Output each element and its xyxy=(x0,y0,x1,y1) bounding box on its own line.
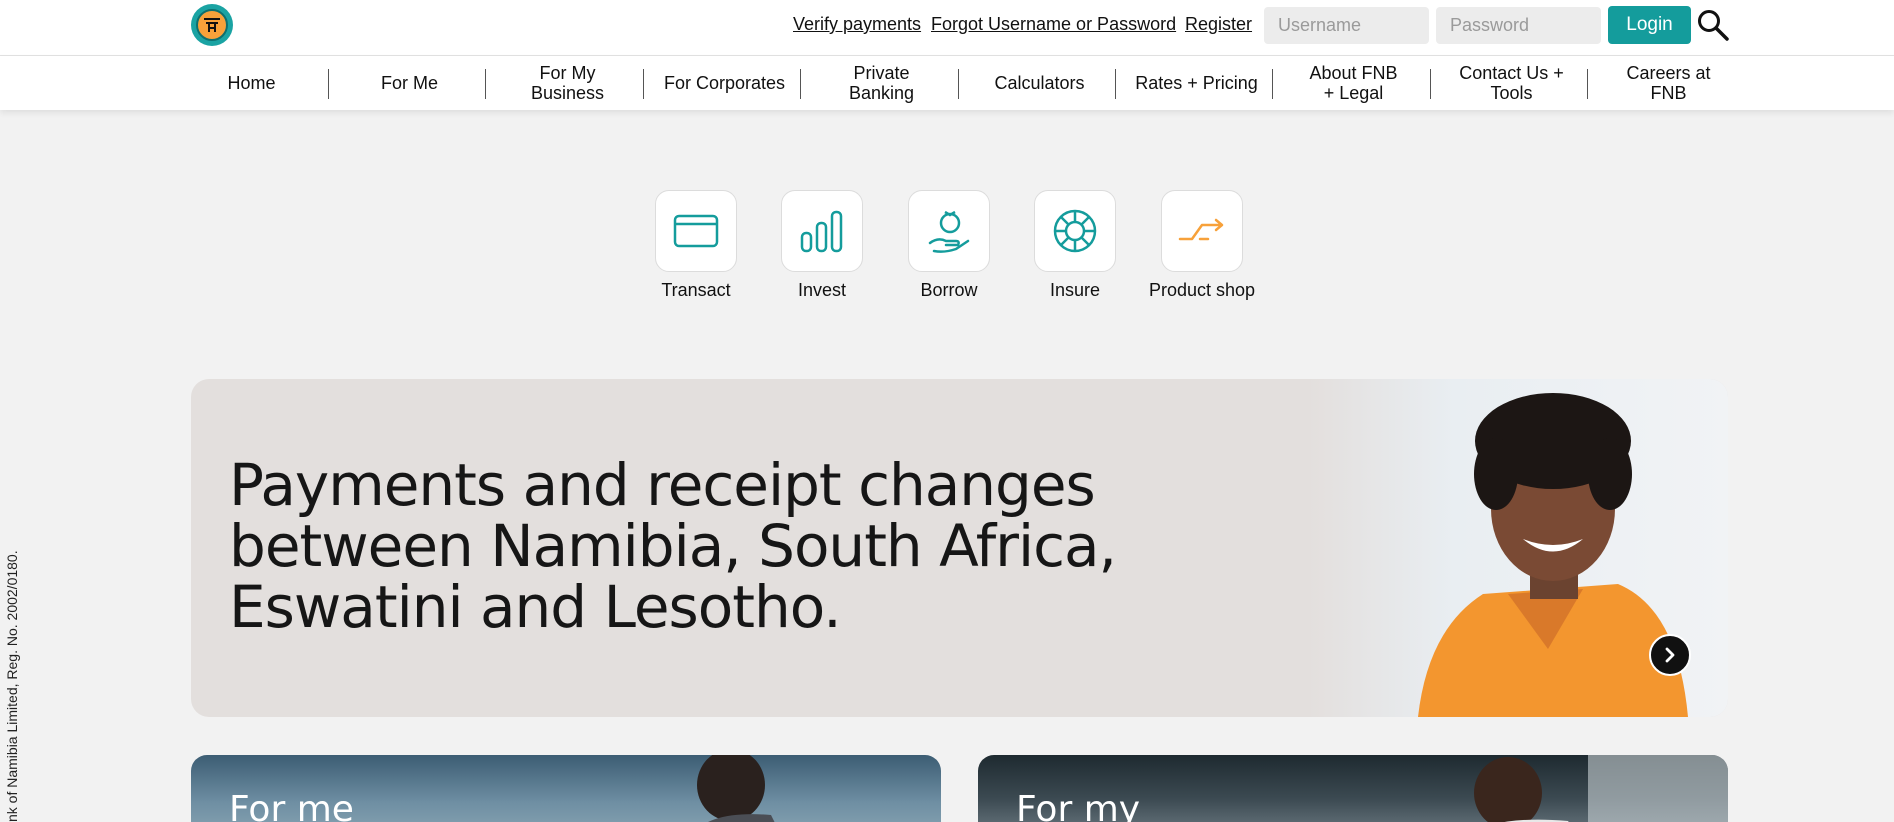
password-input[interactable] xyxy=(1436,7,1601,44)
nav-divider xyxy=(485,69,486,99)
nav-contact-us-tools[interactable]: Contact Us + Tools xyxy=(1433,62,1590,104)
nav-divider xyxy=(1115,69,1116,99)
nav-divider xyxy=(800,69,801,99)
product-label: Transact xyxy=(661,280,731,300)
bar-chart-icon xyxy=(781,190,863,272)
product-insure[interactable]: Insure xyxy=(1015,190,1135,301)
next-slide-button[interactable] xyxy=(1649,634,1691,676)
nav-for-me[interactable]: For Me xyxy=(331,62,488,104)
forgot-credentials-link[interactable]: Forgot Username or Password xyxy=(931,14,1176,35)
lifebuoy-icon xyxy=(1034,190,1116,272)
main-nav: Home For Me For My Business For Corporat… xyxy=(0,56,1894,110)
nav-calculators[interactable]: Calculators xyxy=(961,62,1118,104)
product-transact[interactable]: Transact xyxy=(636,190,756,301)
product-label: Insure xyxy=(1049,280,1101,300)
legal-registration-text: nk of Namibia Limited, Reg. No. 2002/018… xyxy=(4,550,20,822)
fnb-logo-icon[interactable] xyxy=(191,4,233,46)
card-title: For me xyxy=(229,789,354,822)
nav-divider xyxy=(958,69,959,99)
product-label: Invest xyxy=(797,280,847,300)
username-input[interactable] xyxy=(1264,7,1429,44)
card-title: For my xyxy=(1016,789,1141,822)
search-icon[interactable] xyxy=(1696,8,1730,42)
nav-divider xyxy=(1430,69,1431,99)
product-invest[interactable]: Invest xyxy=(762,190,882,301)
nav-home[interactable]: Home xyxy=(173,62,330,104)
register-link[interactable]: Register xyxy=(1185,14,1252,35)
product-label: Borrow xyxy=(920,280,978,300)
hero-banner[interactable]: Payments and receipt changes between Nam… xyxy=(191,379,1728,717)
card-for-me[interactable]: For me xyxy=(191,755,941,822)
nav-private-banking[interactable]: Private Banking xyxy=(803,62,960,104)
nav-careers[interactable]: Careers at FNB xyxy=(1590,62,1747,104)
nav-rates-pricing[interactable]: Rates + Pricing xyxy=(1118,62,1275,104)
top-bar: Verify payments Forgot Username or Passw… xyxy=(0,0,1894,56)
nav-divider xyxy=(1587,69,1588,99)
chevron-right-icon xyxy=(1665,647,1675,663)
card-for-my-business[interactable]: For my xyxy=(978,755,1728,822)
nav-divider xyxy=(328,69,329,99)
product-label: Product shop xyxy=(1148,280,1256,300)
card-icon xyxy=(655,190,737,272)
product-shop[interactable]: Product shop xyxy=(1142,190,1262,301)
card-photo xyxy=(1474,755,1728,822)
nav-divider xyxy=(1272,69,1273,99)
nav-for-corporates[interactable]: For Corporates xyxy=(646,62,803,104)
nav-about-fnb-legal[interactable]: About FNB + Legal xyxy=(1275,62,1432,104)
card-photo xyxy=(697,755,775,822)
nav-for-my-business[interactable]: For My Business xyxy=(489,62,646,104)
money-bag-hand-icon xyxy=(908,190,990,272)
verify-payments-link[interactable]: Verify payments xyxy=(793,14,921,35)
nav-divider xyxy=(643,69,644,99)
hero-title: Payments and receipt changes between Nam… xyxy=(229,451,1117,641)
product-borrow[interactable]: Borrow xyxy=(889,190,1009,301)
login-button[interactable]: Login xyxy=(1608,6,1691,44)
arrows-exchange-icon xyxy=(1161,190,1243,272)
